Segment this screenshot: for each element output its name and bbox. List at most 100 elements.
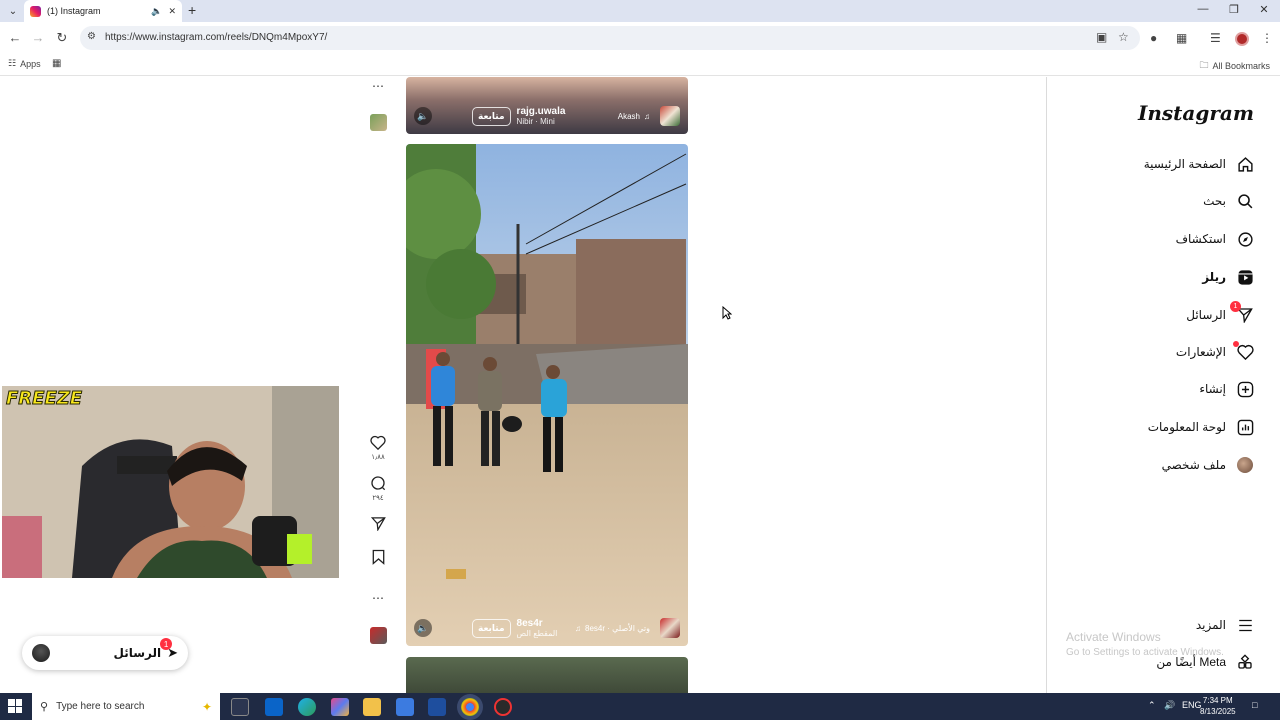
site-info-icon[interactable]: ⚙	[87, 31, 96, 42]
reel-card-current[interactable]: 🔈 متابعة 8es4r المقطع الص ♫ 8es4r · وتي …	[406, 144, 688, 646]
comment-icon[interactable]	[370, 475, 386, 491]
home-icon	[1236, 155, 1254, 173]
volume-icon[interactable]: 🔊	[1164, 700, 1175, 711]
bookmarks-bar: ☷ Apps ▦ 🗀 All Bookmarks	[0, 54, 1280, 76]
messenger-icon: ➤ 1	[160, 638, 178, 661]
mute-icon[interactable]: 🔈	[414, 107, 432, 125]
nav-item-reels[interactable]: ريلز	[1202, 268, 1254, 286]
more-options-icon[interactable]: ⋯	[372, 591, 385, 605]
security-shield-icon[interactable]	[428, 698, 446, 716]
window-close-icon[interactable]: ✕	[1249, 3, 1279, 16]
language-indicator[interactable]: ENG	[1182, 700, 1202, 710]
audio-thumbnail[interactable]	[370, 627, 387, 644]
tab-title: (1) Instagram	[47, 6, 101, 16]
hamburger-menu-icon	[1236, 616, 1254, 634]
nav-label: إنشاء	[1199, 382, 1226, 396]
apps-grid-icon: ☷	[8, 58, 17, 68]
reel-card-previous[interactable]: 🔈 متابعة rajg.uwala Nibir · Mini Akash ♫	[406, 77, 688, 134]
like-count: ١٫٨٨	[371, 454, 385, 461]
reel-username[interactable]: rajg.uwala	[517, 106, 566, 117]
nav-item-messages[interactable]: الرسائل 1	[1186, 301, 1254, 324]
reel-audio[interactable]: Akash ♫	[618, 112, 650, 121]
nav-item-notifications[interactable]: الإشعارات	[1176, 341, 1254, 361]
follow-button[interactable]: متابعة	[472, 618, 511, 638]
nav-item-search[interactable]: بحث	[1203, 192, 1254, 210]
bookmark-apps[interactable]: ☷ Apps	[8, 58, 41, 69]
url-text: https://www.instagram.com/reels/DNQm4Mpo…	[105, 32, 328, 43]
media-control-icon[interactable]: ☰	[1210, 31, 1221, 45]
taskbar-search-box[interactable]: ⚲ Type here to search ✦	[32, 693, 220, 720]
share-send-icon[interactable]	[370, 516, 386, 531]
file-explorer-icon[interactable]	[363, 698, 381, 716]
browser-tab-instagram[interactable]: (1) Instagram 🔈 ✕	[24, 0, 182, 22]
reload-icon[interactable]: ↻	[53, 30, 71, 46]
bookmark-star-icon[interactable]: ☆	[1118, 30, 1129, 44]
copilot-app-icon[interactable]	[331, 698, 349, 716]
reel-video[interactable]	[406, 144, 688, 646]
obs-icon[interactable]	[494, 698, 512, 716]
minimize-icon[interactable]: —	[1188, 3, 1218, 15]
tab-search-chevron-icon[interactable]: ⌄	[4, 2, 22, 20]
reel-author-avatar[interactable]	[660, 106, 680, 126]
more-options-icon[interactable]: ⋯	[372, 79, 385, 93]
new-tab-plus-icon[interactable]: +	[188, 2, 196, 18]
reel-author-avatar[interactable]	[660, 618, 680, 638]
speaker-icon[interactable]: 🔈	[151, 6, 162, 17]
reel-caption: Nibir · Mini	[516, 117, 555, 126]
nav-label: المزيد	[1195, 618, 1226, 632]
instagram-sidebar: Instagram الصفحة الرئيسية بحث استكشاف ري…	[1046, 77, 1280, 693]
profile-avatar	[1236, 456, 1254, 474]
copilot-sparkle-icon: ✦	[201, 699, 212, 714]
microsoft-store-icon[interactable]	[396, 698, 414, 716]
reel-caption: المقطع الص	[516, 629, 558, 638]
install-app-icon[interactable]: ▣	[1096, 30, 1107, 44]
back-arrow-icon[interactable]: ←	[6, 30, 24, 45]
notification-dot	[1233, 341, 1239, 347]
notification-center-icon[interactable]: □	[1252, 700, 1257, 710]
audio-thumbnail[interactable]	[370, 114, 387, 131]
reel-user-info: rajg.uwala Nibir · Mini	[517, 106, 566, 126]
reel-card-next[interactable]	[406, 657, 688, 693]
all-bookmarks[interactable]: 🗀 All Bookmarks	[1199, 58, 1270, 74]
forward-arrow-icon[interactable]: →	[29, 30, 47, 45]
messages-badge: 1	[160, 638, 173, 650]
plus-square-icon	[1236, 380, 1254, 398]
reel-info-bar: 🔈 متابعة 8es4r المقطع الص ♫ 8es4r · وتي …	[406, 610, 688, 646]
reel-audio[interactable]: ♫ 8es4r · وتي الأصلي	[575, 624, 650, 633]
nav-item-dashboard[interactable]: لوحة المعلومات	[1148, 418, 1254, 436]
nav-label: ريلز	[1202, 270, 1226, 284]
nav-item-profile[interactable]: ملف شخصي	[1162, 456, 1254, 474]
browser-menu-icon[interactable]: ⋮	[1261, 31, 1273, 45]
outlook-icon[interactable]	[265, 698, 283, 716]
extension-globe-icon[interactable]: ●	[1150, 31, 1157, 45]
nav-item-home[interactable]: الصفحة الرئيسية	[1144, 155, 1254, 173]
follow-button[interactable]: متابعة	[472, 106, 511, 126]
extensions-puzzle-icon[interactable]: ▦	[1176, 31, 1187, 45]
chrome-icon[interactable]	[461, 698, 479, 716]
instagram-logo[interactable]: Instagram	[1138, 101, 1254, 125]
reel-username[interactable]: 8es4r	[517, 618, 558, 629]
tab-groups-icon[interactable]: ▦	[52, 58, 61, 69]
mute-icon[interactable]: 🔈	[414, 619, 432, 637]
audio-name: 8es4r · وتي الأصلي	[585, 623, 650, 633]
edge-icon[interactable]	[298, 698, 316, 716]
nav-item-also-from-meta[interactable]: أيضًا من Meta	[1156, 653, 1254, 671]
nav-item-explore[interactable]: استكشاف	[1176, 230, 1254, 248]
search-icon	[1236, 192, 1254, 210]
nav-item-create[interactable]: إنشاء	[1199, 380, 1254, 398]
taskbar-clock[interactable]: 7:34 PM 8/13/2025	[1200, 695, 1236, 717]
messages-floating-button[interactable]: الرسائل ➤ 1	[22, 636, 188, 670]
apps-label: Apps	[20, 58, 41, 69]
like-heart-icon[interactable]	[370, 435, 386, 450]
reels-icon	[1236, 268, 1254, 286]
windows-start-icon[interactable]	[8, 699, 22, 713]
save-bookmark-icon[interactable]	[372, 549, 385, 565]
task-view-icon[interactable]	[231, 698, 249, 716]
browser-profile-avatar[interactable]	[1235, 32, 1249, 46]
tray-chevron-up-icon[interactable]: ⌃	[1148, 700, 1156, 711]
compass-icon	[1236, 230, 1254, 248]
nav-item-more[interactable]: المزيد	[1196, 616, 1254, 634]
restore-icon[interactable]: ❐	[1219, 3, 1249, 16]
close-tab-icon[interactable]: ✕	[168, 6, 176, 17]
address-bar[interactable]: ⚙ https://www.instagram.com/reels/DNQm4M…	[80, 26, 1140, 50]
